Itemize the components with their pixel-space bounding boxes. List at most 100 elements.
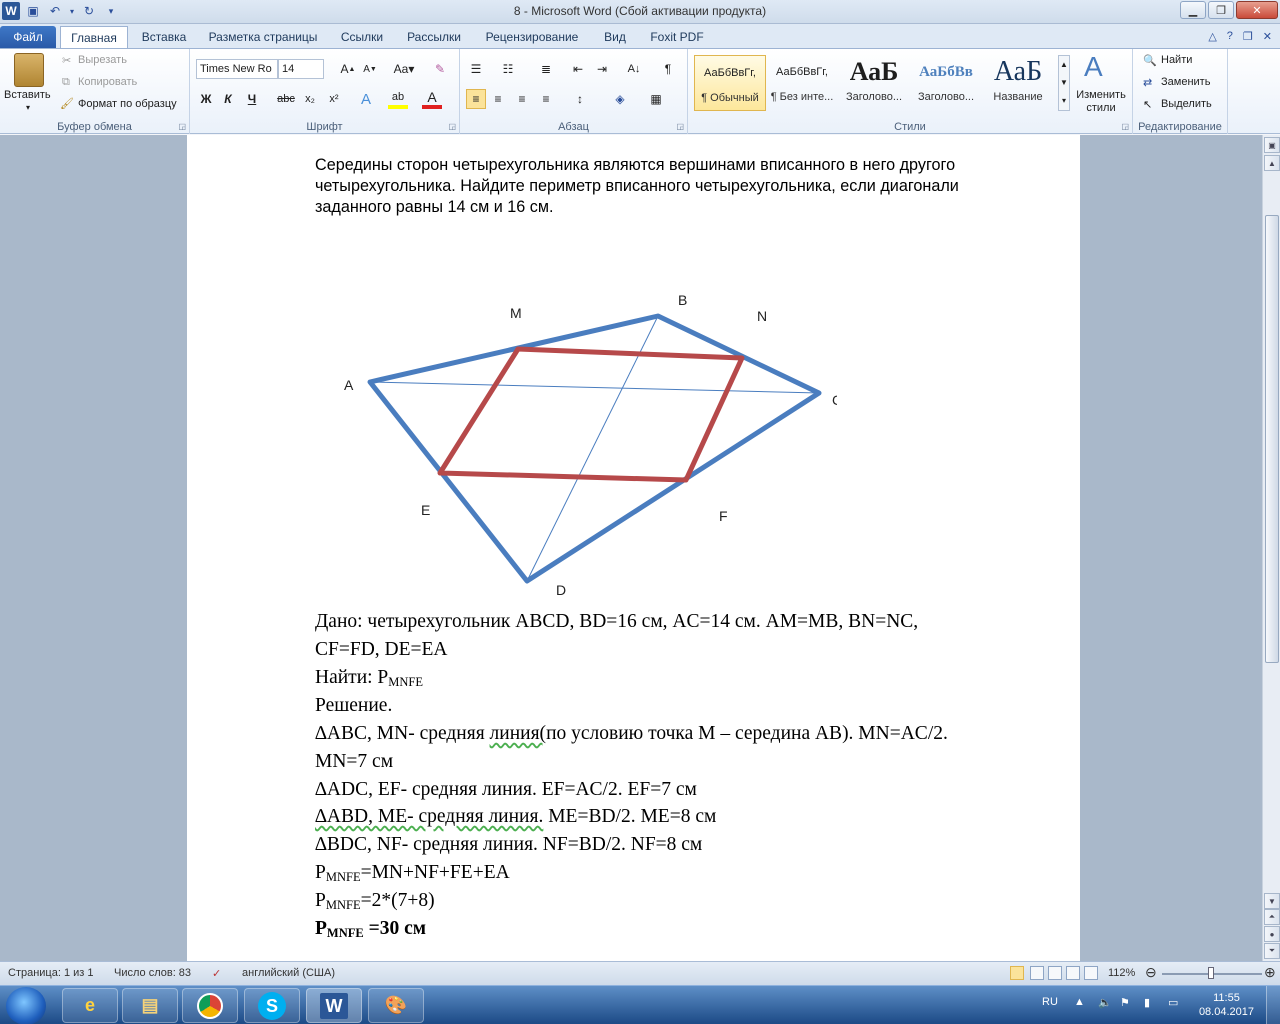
draft-view-icon[interactable]	[1084, 966, 1098, 980]
print-layout-view-icon[interactable]	[1010, 966, 1024, 980]
replace-button[interactable]: Заменить	[1161, 76, 1210, 88]
tab-foxit-pdf[interactable]: Foxit PDF	[646, 26, 708, 48]
italic-icon[interactable]: К	[218, 89, 238, 109]
justify-icon[interactable]: ≡	[536, 89, 556, 109]
zoom-in-icon[interactable]: ⊕	[1264, 964, 1276, 981]
superscript-icon[interactable]: x²	[324, 89, 344, 109]
dialog-launcher-icon[interactable]: ◲	[676, 122, 684, 131]
bullets-icon[interactable]: ☰	[466, 59, 486, 79]
tab-references[interactable]: Ссылки	[336, 26, 388, 48]
zoom-slider-thumb[interactable]	[1208, 967, 1214, 979]
shading-icon[interactable]: ◈	[610, 89, 630, 109]
show-formatting-icon[interactable]: ¶	[658, 59, 678, 79]
style-no-spacing[interactable]: АаБбВвГг, ¶ Без инте...	[766, 55, 838, 111]
subscript-icon[interactable]: x₂	[300, 89, 320, 109]
grow-font-icon[interactable]: A ▲	[338, 59, 358, 79]
tab-home[interactable]: Главная	[60, 26, 128, 48]
next-page-icon[interactable]: ⏷	[1264, 943, 1280, 959]
chrome-icon[interactable]	[182, 988, 238, 1023]
style-title[interactable]: АаБ Название	[982, 55, 1054, 111]
tab-page-layout[interactable]: Разметка страницы	[204, 26, 322, 48]
file-explorer-icon[interactable]: ▤	[122, 988, 178, 1023]
word-count[interactable]: Число слов: 83	[114, 967, 191, 979]
browse-object-icon[interactable]: ●	[1264, 926, 1280, 942]
scroll-down-icon[interactable]: ▼	[1264, 893, 1280, 909]
style-heading-1[interactable]: АаБ Заголово...	[838, 55, 910, 111]
power-icon[interactable]: ▭	[1168, 996, 1178, 1009]
cut-button[interactable]: Вырезать	[78, 54, 127, 66]
start-button[interactable]	[6, 987, 46, 1024]
chevron-down-icon[interactable]: ▾	[26, 103, 30, 112]
style-normal[interactable]: АаБбВвГг, ¶ Обычный	[694, 55, 766, 111]
previous-page-icon[interactable]: ⏶	[1264, 909, 1280, 925]
select-button[interactable]: Выделить	[1161, 98, 1212, 110]
minimize-ribbon-icon[interactable]: △	[1208, 30, 1216, 43]
find-button[interactable]: Найти	[1161, 54, 1192, 66]
tab-review[interactable]: Рецензирование	[480, 26, 584, 48]
help-icon[interactable]: ?	[1227, 30, 1233, 43]
paste-button[interactable]: Вставить	[4, 89, 51, 101]
change-styles-button[interactable]: Изменить стили	[1074, 89, 1128, 115]
copy-button[interactable]: Копировать	[78, 76, 137, 88]
word-taskbar-icon[interactable]: W	[306, 988, 362, 1023]
outline-view-icon[interactable]	[1066, 966, 1080, 980]
paint-icon[interactable]: 🎨	[368, 988, 424, 1023]
clear-formatting-icon[interactable]: ✎	[430, 59, 450, 79]
style-heading-2[interactable]: АаБбВв Заголово...	[910, 55, 982, 111]
line-spacing-icon[interactable]: ↕	[570, 89, 590, 109]
tab-insert[interactable]: Вставка	[136, 26, 192, 48]
tray-expand-icon[interactable]: ▲	[1074, 996, 1085, 1008]
ribbon-close-icon[interactable]: ✕	[1263, 30, 1272, 43]
shrink-font-icon[interactable]: A ▼	[360, 59, 380, 79]
page-count[interactable]: Страница: 1 из 1	[8, 967, 94, 979]
minimize-button[interactable]: ▁	[1180, 1, 1206, 19]
change-case-icon[interactable]: Aa▾	[390, 59, 418, 79]
flag-icon[interactable]: ⚑	[1120, 996, 1130, 1009]
show-desktop-button[interactable]	[1266, 986, 1280, 1024]
increase-indent-icon[interactable]: ⇥	[592, 59, 612, 79]
skype-icon[interactable]: S	[244, 988, 300, 1023]
internet-explorer-icon[interactable]: e	[62, 988, 118, 1023]
dialog-launcher-icon[interactable]: ◲	[448, 122, 456, 131]
dialog-launcher-icon[interactable]: ◲	[1121, 122, 1129, 131]
language[interactable]: английский (США)	[242, 967, 335, 979]
zoom-level[interactable]: 112%	[1108, 967, 1135, 979]
sort-icon[interactable]: A↓	[624, 59, 644, 79]
styles-gallery-scroll[interactable]: ▲ ▼ ▾	[1058, 55, 1070, 111]
scroll-up-icon[interactable]: ▲	[1264, 155, 1280, 171]
highlight-icon[interactable]: ab	[388, 89, 408, 109]
align-right-icon[interactable]: ≡	[512, 89, 532, 109]
restore-button[interactable]: ❐	[1208, 1, 1234, 19]
text-effects-icon[interactable]: A	[356, 89, 376, 109]
multilevel-list-icon[interactable]: ≣	[536, 59, 556, 79]
dialog-launcher-icon[interactable]: ◲	[178, 122, 186, 131]
font-name-box[interactable]: Times New Ro	[196, 59, 278, 79]
ruler-toggle-icon[interactable]: ▣	[1264, 137, 1280, 153]
ribbon-restore-icon[interactable]: ❐	[1243, 30, 1253, 43]
vertical-scrollbar[interactable]: ▣ ▲ ▼ ⏶ ● ⏷	[1262, 135, 1280, 961]
bold-icon[interactable]: Ж	[196, 89, 216, 109]
tab-mailings[interactable]: Рассылки	[402, 26, 466, 48]
volume-icon[interactable]: 🔈	[1098, 996, 1112, 1009]
tab-file[interactable]: Файл	[0, 26, 56, 48]
network-icon[interactable]: ▮	[1144, 996, 1150, 1009]
format-painter-button[interactable]: Формат по образцу	[78, 98, 177, 110]
align-center-icon[interactable]: ≡	[488, 89, 508, 109]
decrease-indent-icon[interactable]: ⇤	[568, 59, 588, 79]
web-layout-view-icon[interactable]	[1048, 966, 1062, 980]
document-page[interactable]: Середины сторон четырехугольника являютс…	[187, 135, 1080, 961]
scroll-thumb[interactable]	[1265, 215, 1279, 663]
paste-icon[interactable]	[14, 53, 44, 87]
close-button[interactable]: ✕	[1236, 1, 1278, 19]
font-size-box[interactable]: 14	[278, 59, 324, 79]
clock[interactable]: 11:55 08.04.2017	[1199, 991, 1254, 1019]
align-left-icon[interactable]: ≡	[466, 89, 486, 109]
full-screen-view-icon[interactable]	[1030, 966, 1044, 980]
font-color-icon[interactable]: A	[422, 89, 442, 109]
numbering-icon[interactable]: ☷	[498, 59, 518, 79]
zoom-out-icon[interactable]: ⊖	[1145, 964, 1157, 981]
language-indicator[interactable]: RU	[1042, 996, 1058, 1008]
proofing-icon[interactable]: ✓	[212, 967, 221, 980]
strikethrough-icon[interactable]: abc	[276, 89, 296, 109]
borders-icon[interactable]: ▦	[646, 89, 666, 109]
